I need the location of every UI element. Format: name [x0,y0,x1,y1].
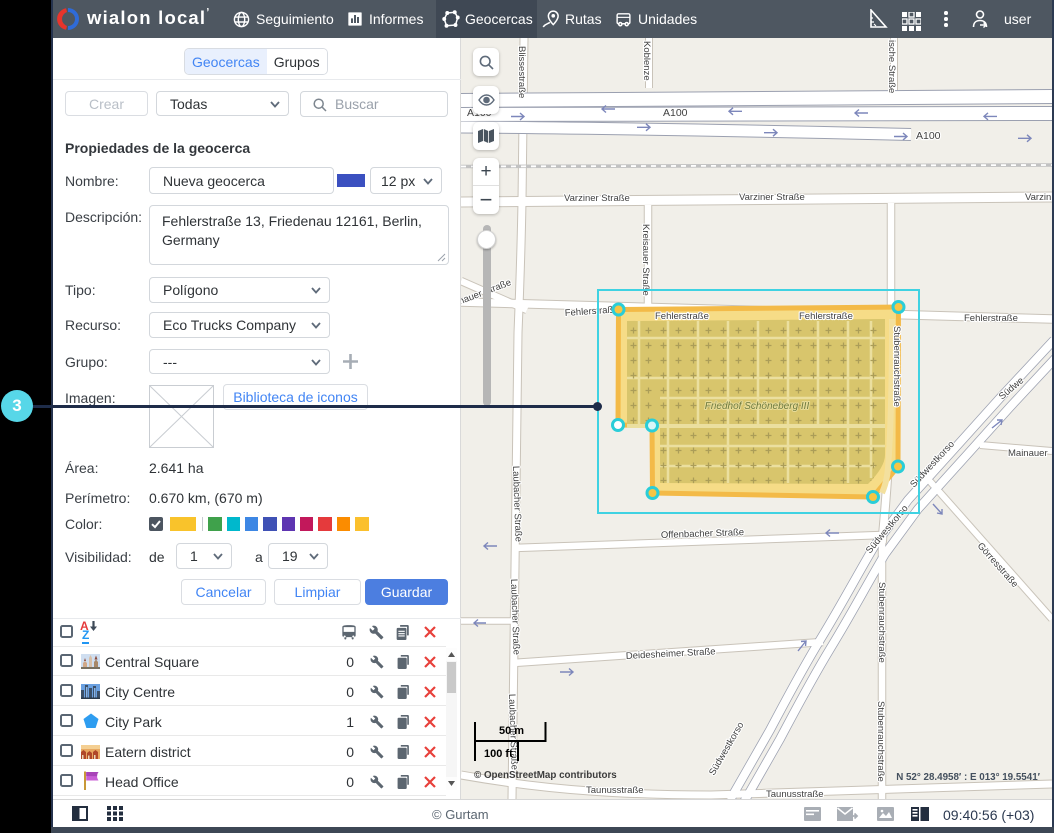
svg-text:A100: A100 [916,130,941,142]
svg-text:Taunusstraße: Taunusstraße [766,789,824,799]
svg-text:A100: A100 [663,107,688,119]
svg-text:Varziner Straße: Varziner Straße [564,193,630,204]
svg-text:Taunusstraße: Taunusstraße [586,785,644,796]
svg-text:Fehlerstraße: Fehlerstraße [655,311,709,322]
svg-text:Varziner Straße: Varziner Straße [739,192,805,203]
svg-text:ische Straße: ische Straße [886,40,897,93]
svg-text:N 52° 28.4958′ : E 013° 19.554: N 52° 28.4958′ : E 013° 19.5541′ [896,772,1040,783]
svg-text:Kreisauer Straße: Kreisauer Straße [640,224,651,296]
svg-text:Friedhof Schöneberg III: Friedhof Schöneberg III [705,401,810,412]
svg-text:Koblenze: Koblenze [641,41,652,81]
svg-text:Mainauer: Mainauer [1008,448,1048,459]
svg-text:Fehlerstraße: Fehlerstraße [799,311,853,322]
svg-text:Stubenrauchstraße: Stubenrauchstraße [875,701,886,782]
svg-text:Blissestraße: Blissestraße [516,46,527,98]
svg-text:© OpenStreetMap contributors: © OpenStreetMap contributors [474,770,617,781]
svg-text:Stubenrauchstraße: Stubenrauchstraße [891,326,902,407]
svg-text:Fehlerstraße: Fehlerstraße [964,313,1018,324]
svg-text:Varzin: Varzin [1025,192,1051,203]
svg-text:50 m: 50 m [499,725,524,737]
svg-text:Stubenrauchstraße: Stubenrauchstraße [876,582,887,663]
svg-text:100 ft: 100 ft [484,748,513,760]
